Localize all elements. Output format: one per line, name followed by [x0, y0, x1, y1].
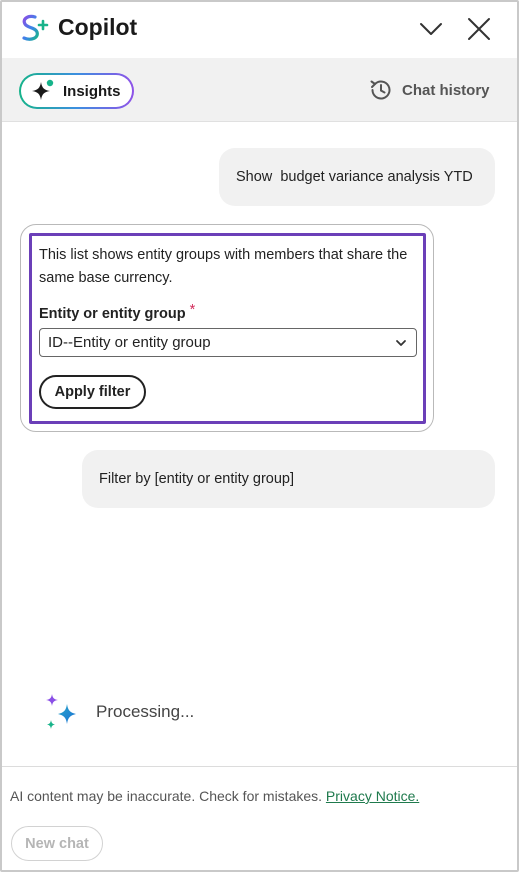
- chevron-down-icon: [420, 23, 442, 35]
- close-button[interactable]: [464, 14, 494, 44]
- processing-indicator: Processing...: [42, 692, 194, 732]
- entity-select[interactable]: ID--Entity or entity group: [39, 328, 417, 357]
- minimize-button[interactable]: [416, 14, 446, 44]
- ai-disclaimer: AI content may be inaccurate. Check for …: [10, 788, 420, 804]
- history-clock-icon: [368, 77, 394, 103]
- required-marker: *: [189, 302, 196, 318]
- chevron-down-icon: [396, 339, 406, 346]
- copilot-panel: Copilot Insights Chat history Show budge…: [0, 0, 519, 872]
- filter-card-focus-frame: This list shows entity groups with membe…: [29, 233, 426, 424]
- bot-message-bubble: Filter by [entity or entity group]: [82, 450, 495, 508]
- footer-divider: [2, 766, 517, 767]
- close-icon: [468, 18, 490, 40]
- sparkle-icon: [31, 79, 55, 103]
- tab-bar: Insights Chat history: [2, 58, 517, 122]
- insights-button[interactable]: Insights: [19, 73, 134, 109]
- entity-select-value: ID--Entity or entity group: [48, 334, 211, 351]
- filter-card: This list shows entity groups with membe…: [20, 224, 434, 432]
- insights-label: Insights: [63, 82, 121, 100]
- apply-filter-button[interactable]: Apply filter: [39, 375, 146, 409]
- processing-label: Processing...: [96, 702, 195, 721]
- new-chat-button[interactable]: New chat: [11, 826, 103, 861]
- app-title: Copilot: [58, 14, 138, 40]
- sparkles-icon: [42, 692, 82, 732]
- privacy-notice-link[interactable]: Privacy Notice.: [326, 788, 419, 804]
- card-description: This list shows entity groups with membe…: [39, 247, 408, 286]
- copilot-logo-icon: [18, 12, 50, 44]
- header: Copilot: [2, 2, 517, 58]
- chat-history-label: Chat history: [402, 81, 490, 99]
- chat-history-button[interactable]: Chat history: [368, 76, 490, 104]
- user-message-bubble: Show budget variance analysis YTD: [219, 148, 495, 206]
- entity-field-label: Entity or entity group *: [39, 302, 196, 322]
